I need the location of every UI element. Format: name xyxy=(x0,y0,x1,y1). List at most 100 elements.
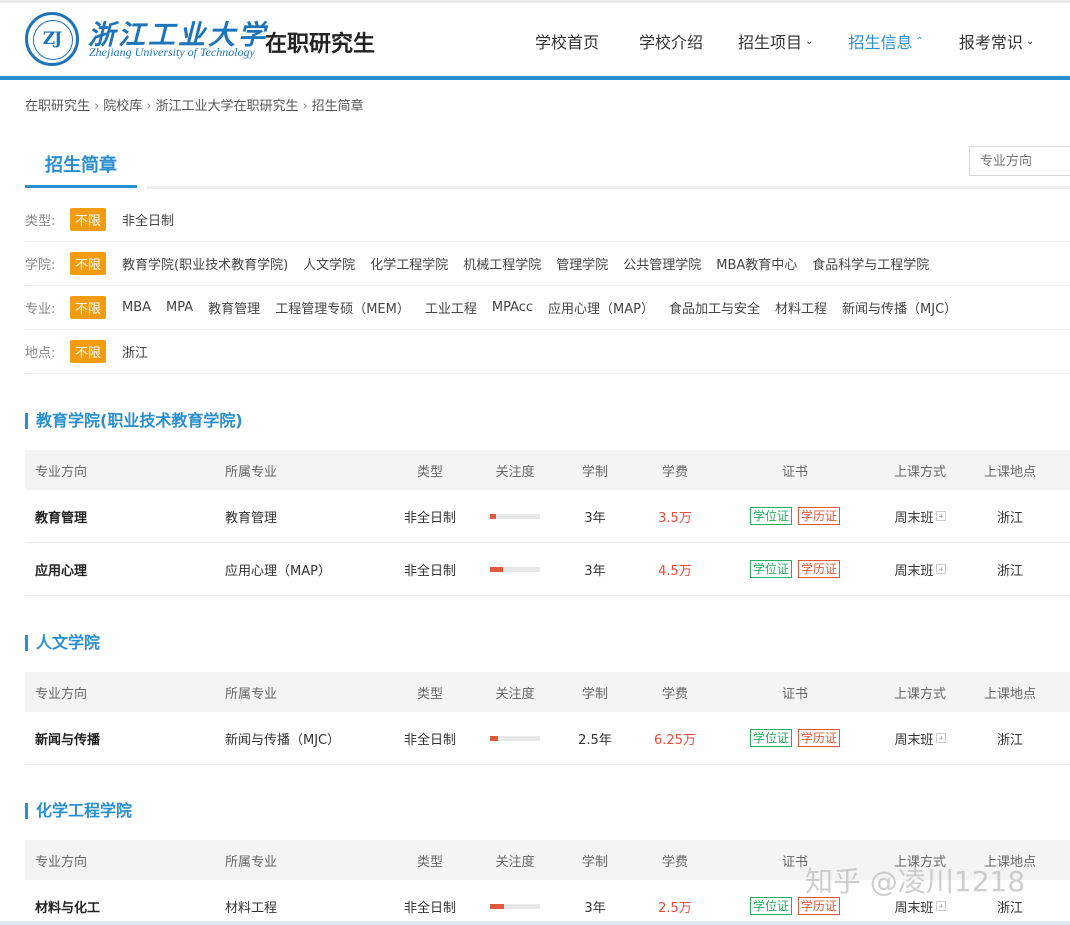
site-title: 在职研究生 xyxy=(265,32,376,57)
degree-certificate-badge: 学位证 xyxy=(749,897,792,915)
program-major: 材料工程 xyxy=(225,900,278,916)
bottom-border xyxy=(0,921,1070,925)
breadcrumb-item: 招生简章 xyxy=(311,99,364,114)
logo-english-name[interactable]: Zhejiang University of Technology xyxy=(89,45,255,60)
degree-certificate-badge: 学位证 xyxy=(749,729,792,747)
degree-certificate-badge: 学位证 xyxy=(749,560,792,578)
filter-option-unlimited[interactable]: 不限 xyxy=(70,252,107,275)
column-header-cert: 证书 xyxy=(781,686,808,702)
table-row[interactable]: 教育管理 教育管理 非全日制 3年 3.5万 学位证 学历证 周末班 浙江 xyxy=(25,490,1070,543)
expand-plus-icon[interactable] xyxy=(935,564,946,574)
breadcrumb-item[interactable]: 院校库 xyxy=(103,99,142,114)
filter-option[interactable]: 非全日制 xyxy=(122,210,174,229)
nav-item-programs[interactable]: 招生项目 ⌄ xyxy=(738,27,813,55)
main-nav: 学校首页学校介绍招生项目⌄招生信息⌃报考常识⌄资 xyxy=(520,27,1070,55)
filter-option[interactable]: 浙江 xyxy=(122,342,148,361)
filter-label: 类型: xyxy=(25,214,56,229)
breadcrumb-item[interactable]: 在职研究生 xyxy=(25,99,90,114)
filter-option[interactable]: 工业工程 xyxy=(425,298,477,317)
attention-meter xyxy=(480,712,550,764)
program-years: 2.5年 xyxy=(578,732,612,748)
filter-option[interactable]: 公共管理学院 xyxy=(623,254,701,273)
education-certificate-badge: 学历证 xyxy=(798,507,841,525)
filter-option[interactable]: 化学工程学院 xyxy=(370,254,448,273)
program-direction-link[interactable]: 新闻与传播 xyxy=(35,712,100,764)
college-group-title[interactable]: 人文学院 xyxy=(25,635,100,651)
class-mode: 周末班 xyxy=(885,543,955,595)
program-direction-link[interactable]: 应用心理 xyxy=(35,543,87,595)
table-row[interactable]: 新闻与传播 新闻与传播（MJC） 非全日制 2.5年 6.25万 学位证 学历证 周末班 浙江 xyxy=(25,712,1070,765)
university-seal-logo[interactable]: ZJ xyxy=(25,12,79,66)
college-group-title[interactable]: 教育学院(职业技术教育学院) xyxy=(25,413,243,429)
filter-option-unlimited[interactable]: 不限 xyxy=(70,340,107,363)
chevron-right-icon: › xyxy=(146,99,152,114)
column-header-attention: 关注度 xyxy=(495,686,535,702)
class-mode-label: 周末班 xyxy=(894,510,934,526)
breadcrumb-item[interactable]: 浙江工业大学在职研究生 xyxy=(155,99,298,114)
college-group-title[interactable]: 化学工程学院 xyxy=(25,803,132,819)
filter-option[interactable]: 管理学院 xyxy=(556,254,608,273)
column-header-type: 类型 xyxy=(416,464,443,480)
column-header-fee: 学费 xyxy=(661,686,688,702)
filter-option-unlimited[interactable]: 不限 xyxy=(70,208,107,231)
certificates: 学位证 学历证 xyxy=(735,543,855,595)
program-fee: 4.5万 xyxy=(658,563,692,579)
program-major: 新闻与传播（MJC） xyxy=(225,732,341,748)
column-header-fee: 学费 xyxy=(661,854,688,870)
education-certificate-badge: 学历证 xyxy=(798,729,841,747)
major-direction-search-input[interactable] xyxy=(969,146,1070,176)
column-header-attention: 关注度 xyxy=(495,464,535,480)
expand-plus-icon[interactable] xyxy=(935,901,946,911)
program-fee: 6.25万 xyxy=(654,732,696,748)
nav-item-home[interactable]: 学校首页 xyxy=(535,27,599,55)
class-location: 浙江 xyxy=(996,732,1023,748)
watermark: 知乎 @凌川1218 xyxy=(805,865,1026,898)
filter-option[interactable]: 新闻与传播（MJC） xyxy=(842,298,957,317)
section-header: 招生简章 xyxy=(25,140,1070,190)
filter-option[interactable]: 教育学院(职业技术教育学院) xyxy=(122,254,288,273)
filter-option[interactable]: 人文学院 xyxy=(303,254,355,273)
filter-option[interactable]: 食品加工与安全 xyxy=(669,298,760,317)
program-major: 应用心理（MAP） xyxy=(225,563,331,579)
filter-option[interactable]: 食品科学与工程学院 xyxy=(812,254,929,273)
section-tab-admission-guide[interactable]: 招生简章 xyxy=(25,140,137,188)
class-location: 浙江 xyxy=(996,563,1023,579)
filter-option[interactable]: 材料工程 xyxy=(775,298,827,317)
filter-option[interactable]: MPAcc xyxy=(492,300,533,315)
class-mode-label: 周末班 xyxy=(894,563,934,579)
column-header-years: 学制 xyxy=(581,464,608,480)
nav-item-about[interactable]: 学校介绍 xyxy=(639,27,703,55)
filter-option[interactable]: 应用心理（MAP） xyxy=(548,298,654,317)
nav-item-label: 学校介绍 xyxy=(639,33,704,52)
certificates: 学位证 学历证 xyxy=(735,490,855,542)
program-direction-link[interactable]: 教育管理 xyxy=(35,490,87,542)
filter-option[interactable]: MBA教育中心 xyxy=(716,254,797,273)
filter-row-location: 地点: 不限 浙江 xyxy=(25,330,1070,374)
column-header-place: 上课地点 xyxy=(983,686,1036,702)
filter-option[interactable]: 教育管理 xyxy=(208,298,260,317)
column-header-type: 类型 xyxy=(416,686,443,702)
filter-option[interactable]: MPA xyxy=(166,300,193,315)
column-header-direction: 专业方向 xyxy=(35,464,88,480)
expand-plus-icon[interactable] xyxy=(935,511,946,521)
program-years: 3年 xyxy=(584,510,606,526)
table-header: 专业方向 所属专业 类型 关注度 学制 学费 证书 上课方式 上课地点 xyxy=(25,672,1070,712)
column-header-major: 所属专业 xyxy=(225,854,278,870)
nav-item-exam-tips[interactable]: 报考常识 ⌄ xyxy=(959,27,1034,55)
breadcrumb: 在职研究生 › 院校库 › 浙江工业大学在职研究生 › 招生简章 xyxy=(25,95,364,114)
education-certificate-badge: 学历证 xyxy=(798,560,841,578)
certificates: 学位证 学历证 xyxy=(735,712,855,764)
attention-meter xyxy=(480,490,550,542)
filter-option[interactable]: MBA xyxy=(122,300,151,315)
program-type: 非全日制 xyxy=(403,510,456,526)
class-mode-label: 周末班 xyxy=(894,732,934,748)
expand-plus-icon[interactable] xyxy=(935,733,946,743)
filter-option-unlimited[interactable]: 不限 xyxy=(70,296,107,319)
table-row[interactable]: 应用心理 应用心理（MAP） 非全日制 3年 4.5万 学位证 学历证 周末班 浙江 xyxy=(25,543,1070,596)
section-divider xyxy=(147,186,1070,189)
filter-option[interactable]: 机械工程学院 xyxy=(463,254,541,273)
nav-item-admission-info[interactable]: 招生信息 ⌃ xyxy=(848,27,923,55)
filter-label: 专业: xyxy=(25,302,56,317)
program-direction-link[interactable]: 材料与化工 xyxy=(35,880,100,925)
filter-option[interactable]: 工程管理专硕（MEM） xyxy=(275,298,410,317)
